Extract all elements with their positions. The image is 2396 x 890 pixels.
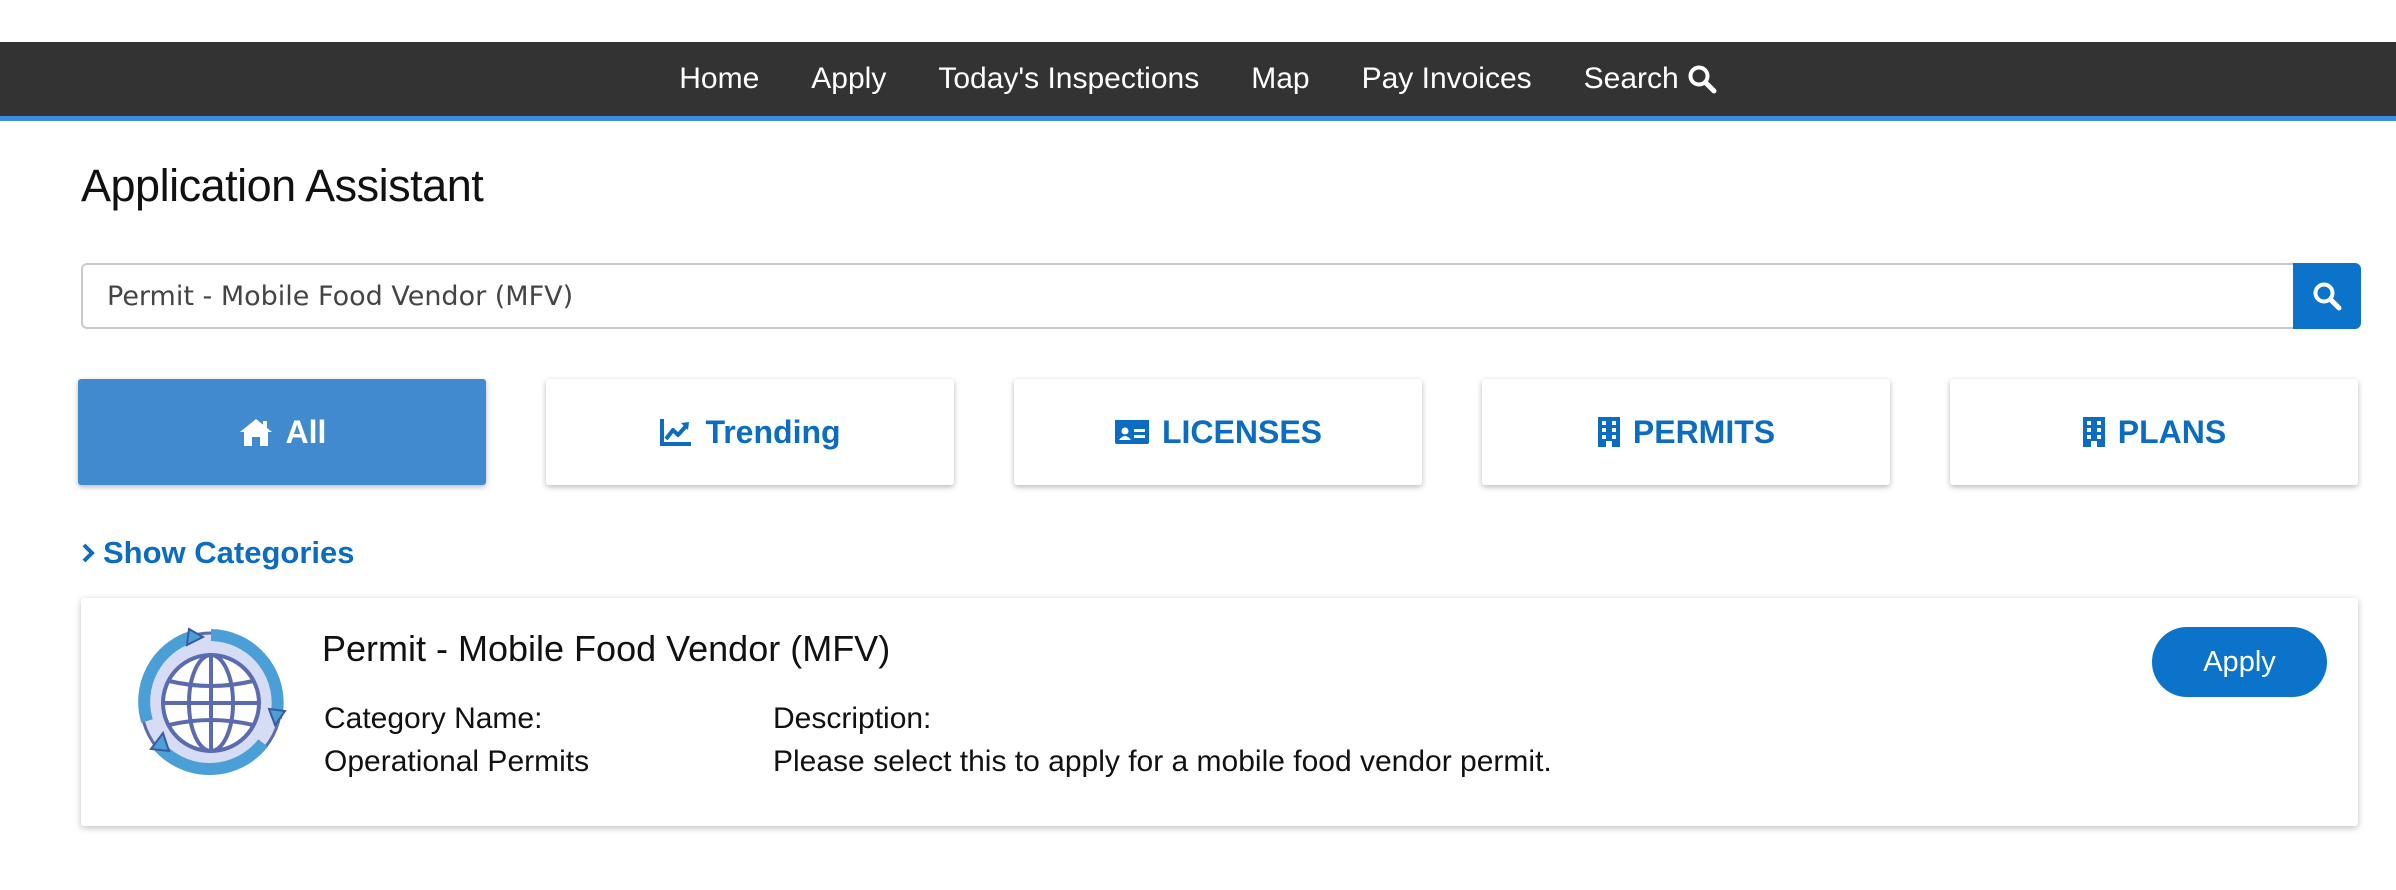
trending-chart-icon	[660, 419, 692, 446]
tab-permits[interactable]: PERMITS	[1482, 379, 1890, 485]
nav-pay-invoices-label: Pay Invoices	[1361, 62, 1532, 95]
result-title: Permit - Mobile Food Vendor (MFV)	[322, 628, 891, 669]
nav-apply[interactable]: Apply	[811, 62, 886, 96]
tab-trending-label: Trending	[705, 413, 841, 450]
nav-home[interactable]: Home	[679, 62, 759, 96]
result-card: Permit - Mobile Food Vendor (MFV) Catego…	[81, 598, 2358, 826]
description-value: Please select this to apply for a mobile…	[773, 745, 1552, 778]
tab-all[interactable]: All	[78, 379, 486, 485]
application-search	[81, 263, 2361, 329]
search-icon	[2313, 282, 2342, 311]
page-title: Application Assistant	[81, 160, 484, 211]
tab-plans-label: PLANS	[2117, 413, 2227, 450]
nav-todays-inspections-label: Today's Inspections	[938, 62, 1200, 95]
chevron-right-icon	[82, 543, 95, 563]
nav-pay-invoices[interactable]: Pay Invoices	[1362, 62, 1532, 96]
application-search-input[interactable]	[81, 263, 2293, 329]
globe-cycle-icon	[138, 627, 287, 776]
search-submit-button[interactable]	[2293, 263, 2361, 329]
apply-button[interactable]: Apply	[2152, 627, 2327, 697]
show-categories-toggle[interactable]: Show Categories	[81, 535, 355, 571]
tab-licenses-label: LICENSES	[1161, 413, 1323, 450]
tab-permits-label: PERMITS	[1632, 413, 1776, 450]
building-icon	[2082, 417, 2105, 447]
category-tabs: All Trending LICENSES PERMITS PLANS	[78, 379, 2358, 485]
category-name-value: Operational Permits	[324, 745, 590, 778]
id-card-icon	[1114, 420, 1149, 444]
description-label: Description:	[773, 702, 932, 735]
nav-todays-inspections[interactable]: Today's Inspections	[938, 62, 1199, 96]
tab-plans[interactable]: PLANS	[1950, 379, 2358, 485]
top-nav-bar: Home Apply Today's Inspections Map Pay I…	[0, 42, 2396, 121]
nav-search-label: Search	[1583, 62, 1679, 95]
show-categories-label: Show Categories	[103, 535, 355, 570]
tab-trending[interactable]: Trending	[546, 379, 954, 485]
tab-licenses[interactable]: LICENSES	[1014, 379, 1422, 485]
home-icon	[239, 419, 272, 446]
category-name-label: Category Name:	[324, 702, 543, 735]
nav-home-label: Home	[679, 62, 760, 95]
search-icon	[1688, 65, 1717, 94]
nav-map-label: Map	[1251, 62, 1310, 95]
nav-map[interactable]: Map	[1251, 62, 1309, 96]
nav-apply-label: Apply	[811, 62, 887, 95]
tab-all-label: All	[285, 413, 327, 450]
nav-search[interactable]: Search	[1584, 62, 1717, 96]
building-icon	[1597, 417, 1620, 447]
